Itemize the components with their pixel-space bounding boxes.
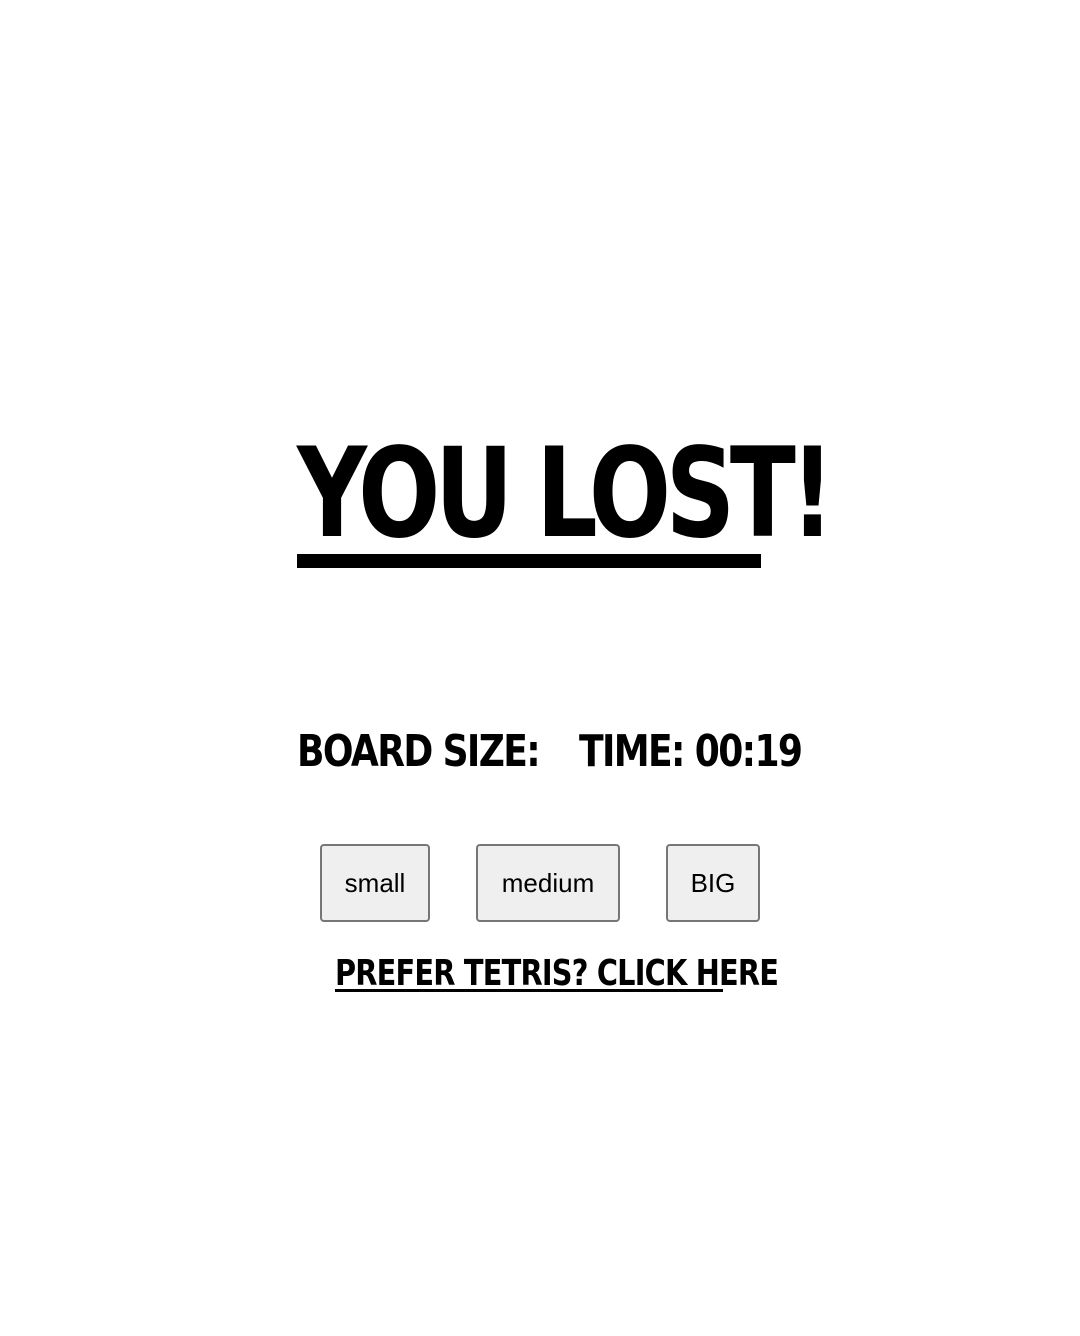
board-size-big-button[interactable]: BIG — [666, 844, 760, 922]
title-underline — [297, 554, 761, 568]
game-over-title-text: YOU LOST! — [297, 422, 834, 566]
elapsed-time: TIME: 00:19 — [579, 726, 803, 777]
board-size-label: BOARD SIZE: — [297, 726, 541, 777]
tetris-link-underline — [335, 989, 723, 992]
game-over-title: YOU LOST! — [297, 422, 834, 568]
board-size-small-button[interactable]: small — [320, 844, 430, 922]
board-size-medium-button[interactable]: medium — [476, 844, 620, 922]
